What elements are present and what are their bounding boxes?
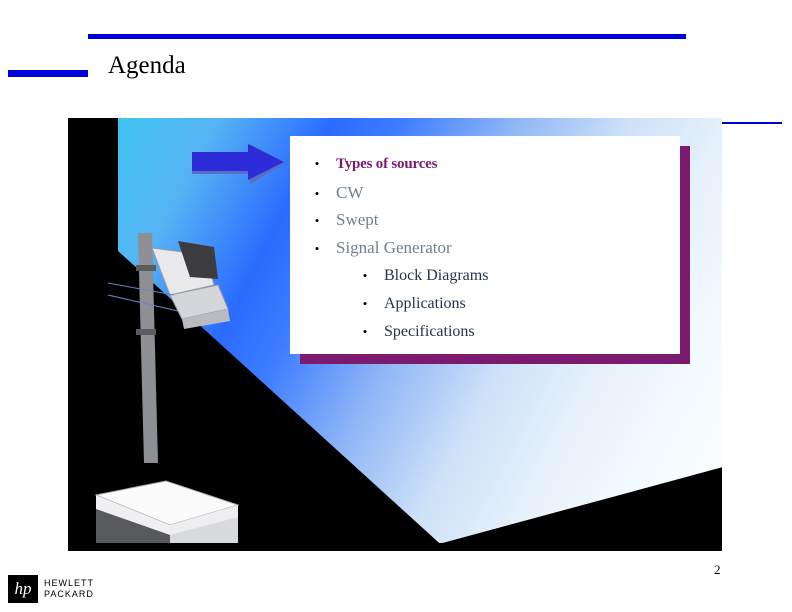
hp-logo-line2: PACKARD <box>44 589 94 599</box>
hp-logo-line1: HEWLETT <box>44 578 95 588</box>
agenda-card: • Types of sources • CW • Swept • Signal… <box>290 136 680 354</box>
list-item-label: Swept <box>336 210 379 229</box>
figure-bottom-border <box>68 543 722 551</box>
list-item: • Specifications <box>360 323 475 341</box>
slide-figure: • Types of sources • CW • Swept • Signal… <box>68 118 722 551</box>
header-left-rule <box>8 70 88 77</box>
list-item: • CW <box>312 183 364 203</box>
page-number: 2 <box>714 562 721 577</box>
list-item-label: Signal Generator <box>336 238 452 257</box>
right-arrow-icon <box>192 144 288 186</box>
list-item: • Signal Generator <box>312 238 452 258</box>
hp-logo-mark: hp <box>8 575 38 603</box>
bullet-glyph: • <box>362 296 368 311</box>
bullet-glyph: • <box>362 268 368 283</box>
list-item-label: Applications <box>384 295 466 312</box>
list-item: • Block Diagrams <box>360 267 489 285</box>
page-title: Agenda <box>108 52 186 79</box>
list-item: • Swept <box>312 210 379 230</box>
bullet-glyph: • <box>314 241 320 256</box>
list-item: • Types of sources <box>312 156 438 173</box>
header-top-rule <box>88 34 686 39</box>
list-item-label: Types of sources <box>336 156 438 172</box>
bullet-glyph: • <box>314 156 320 171</box>
list-item: • Applications <box>360 295 466 313</box>
hp-logo: hp HEWLETT PACKARD <box>8 574 118 604</box>
overhead-projector-illustration <box>78 233 278 551</box>
bullet-glyph: • <box>314 213 320 228</box>
list-item-label: Block Diagrams <box>384 267 489 284</box>
hp-logo-text: HEWLETT PACKARD <box>44 578 94 600</box>
list-item-label: Specifications <box>384 323 475 340</box>
bullet-glyph: • <box>314 186 320 201</box>
bullet-glyph: • <box>362 324 368 339</box>
list-item-label: CW <box>336 183 364 202</box>
